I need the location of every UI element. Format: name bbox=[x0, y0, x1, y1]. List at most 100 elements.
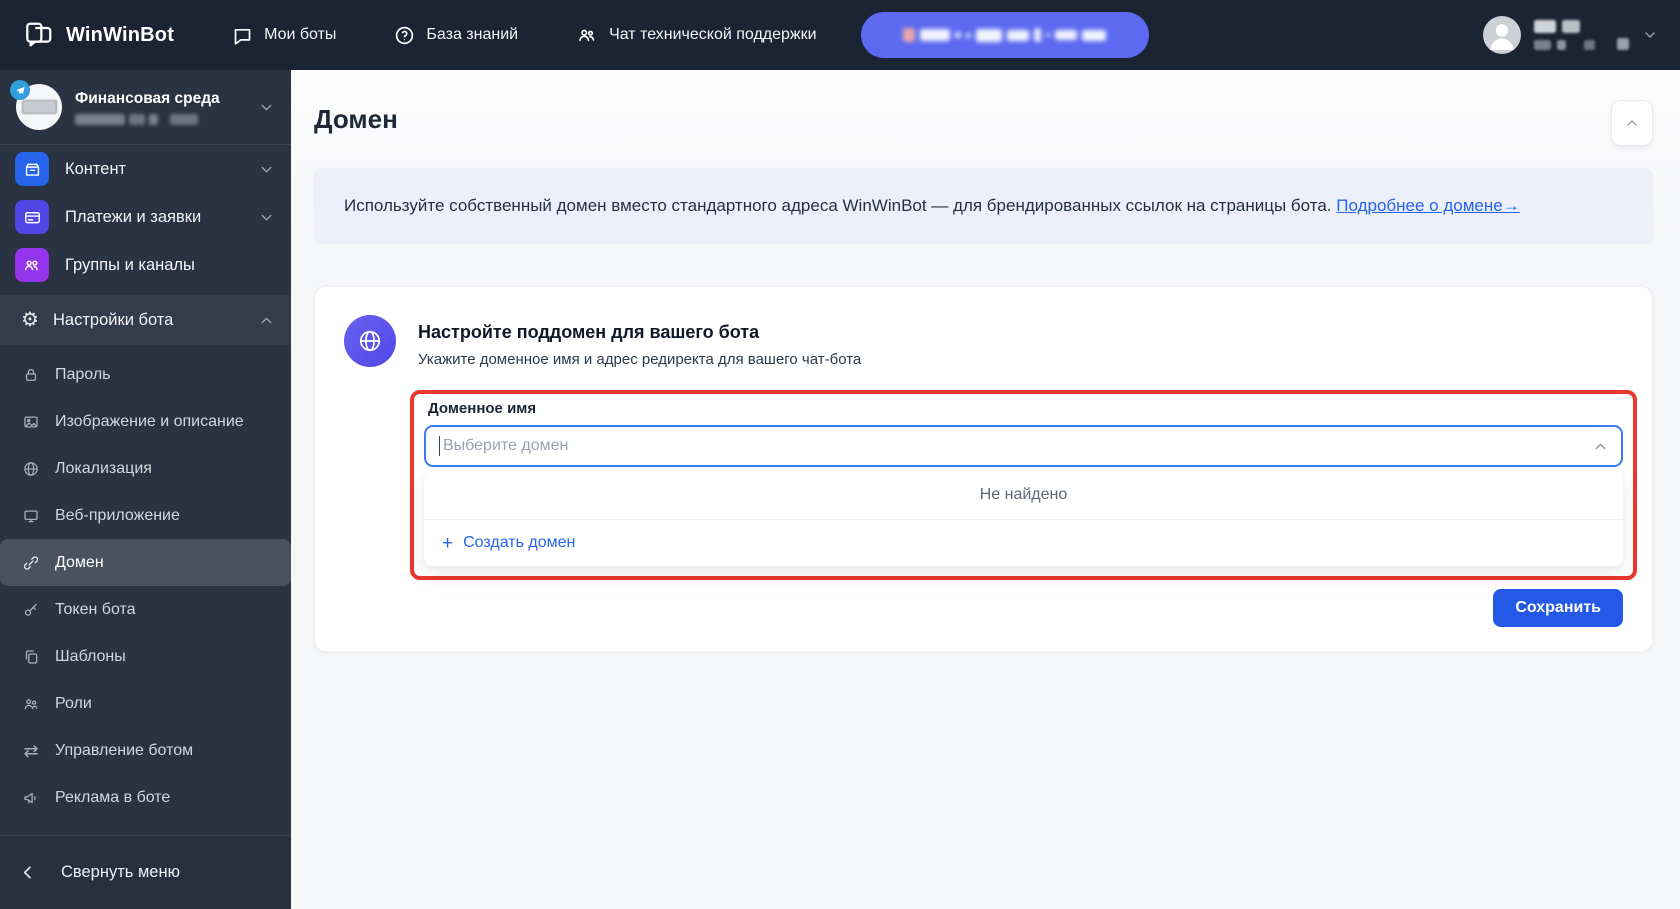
sidebar-item-password[interactable]: Пароль bbox=[0, 351, 291, 398]
sidebar-section-bot-settings[interactable]: ⚙ Настройки бота bbox=[0, 295, 291, 345]
topbar-nav-label: Чат технической поддержки bbox=[609, 26, 817, 43]
brand-name: WinWinBot bbox=[66, 23, 175, 46]
gear-icon: ⚙ bbox=[21, 309, 39, 331]
redacted-pill-text bbox=[903, 28, 1107, 42]
group-people-icon bbox=[15, 248, 49, 282]
text-caret bbox=[439, 436, 440, 457]
telegram-badge-icon bbox=[10, 80, 30, 100]
transfer-arrows-icon: ⇄ bbox=[23, 740, 39, 761]
chevron-up-icon bbox=[258, 312, 275, 329]
lock-icon bbox=[20, 366, 42, 384]
chevron-up-icon[interactable] bbox=[1592, 438, 1609, 455]
support-people-icon bbox=[576, 24, 598, 46]
globe-badge-icon bbox=[344, 315, 396, 368]
workspace-avatar bbox=[10, 80, 62, 130]
workspace-title: Финансовая среда bbox=[75, 89, 220, 107]
collapse-menu-label: Свернуть меню bbox=[61, 863, 180, 881]
content-box-icon bbox=[15, 152, 49, 186]
user-menu[interactable] bbox=[1483, 16, 1658, 54]
sidebar-item-payments[interactable]: Платежи и заявки bbox=[0, 193, 291, 241]
sidebar-item-label: Пароль bbox=[55, 365, 111, 383]
redacted-workspace-logo bbox=[21, 100, 57, 114]
chevron-down-icon bbox=[1642, 27, 1658, 43]
sidebar-section-label: Настройки бота bbox=[53, 310, 174, 329]
domain-select-input[interactable] bbox=[424, 425, 1623, 468]
image-icon bbox=[20, 413, 42, 431]
copy-icon bbox=[20, 648, 42, 666]
card-actions: Сохранить bbox=[344, 589, 1623, 628]
redacted-username bbox=[1534, 20, 1629, 50]
user-avatar bbox=[1483, 16, 1521, 54]
redacted-workspace-subtitle bbox=[75, 113, 220, 125]
sidebar-item-bot-management[interactable]: ⇄ Управление ботом bbox=[0, 727, 291, 774]
winwinbot-logo-icon bbox=[24, 20, 54, 50]
card-header: Настройте поддомен для вашего бота Укажи… bbox=[344, 315, 1623, 368]
sidebar-item-label: Платежи и заявки bbox=[65, 207, 202, 226]
topbar-nav-label: Мои боты bbox=[264, 26, 337, 43]
domain-dropdown: Не найдено + Создать домен bbox=[424, 471, 1623, 567]
sidebar-item-roles[interactable]: Роли bbox=[0, 680, 291, 727]
sidebar-item-webapp[interactable]: Веб-приложение bbox=[0, 492, 291, 539]
collapse-menu-button[interactable]: Свернуть меню bbox=[0, 835, 291, 909]
topbar-nav-support-chat[interactable]: Чат технической поддержки bbox=[576, 24, 817, 46]
info-banner-text: Используйте собственный домен вместо ста… bbox=[344, 196, 1332, 215]
question-circle-icon bbox=[394, 25, 415, 46]
domain-select-wrapper bbox=[424, 425, 1623, 468]
users-icon bbox=[20, 695, 42, 713]
sidebar-item-label: Контент bbox=[65, 159, 127, 178]
page-header: Домен bbox=[314, 100, 1653, 146]
annotation-highlight-box: Доменное имя Не найдено + Создать домен bbox=[410, 390, 1637, 581]
sidebar: Финансовая среда Контент Платежи и заявк… bbox=[0, 70, 291, 909]
domain-info-link[interactable]: Подробнее о домене→ bbox=[1336, 196, 1519, 215]
create-domain-label: Создать домен bbox=[463, 534, 576, 552]
promo-pill-button[interactable] bbox=[860, 12, 1149, 58]
bot-settings-submenu: Пароль Изображение и описание Локализаци… bbox=[0, 345, 291, 868]
create-domain-option[interactable]: + Создать домен bbox=[424, 519, 1623, 566]
main-content: Домен Используйте собственный домен вмес… bbox=[291, 70, 1680, 909]
collapse-panel-button[interactable] bbox=[1611, 100, 1653, 146]
card-title: Настройте поддомен для вашего бота bbox=[418, 322, 760, 343]
chevron-up-icon bbox=[1624, 115, 1640, 131]
chevron-left-icon bbox=[18, 863, 37, 882]
key-icon bbox=[20, 601, 42, 619]
monitor-icon bbox=[20, 507, 42, 525]
sidebar-item-label: Управление ботом bbox=[55, 741, 194, 759]
page-title: Домен bbox=[314, 104, 398, 134]
chevron-down-icon bbox=[258, 161, 275, 178]
sidebar-item-image-description[interactable]: Изображение и описание bbox=[0, 398, 291, 445]
card-subtitle: Укажите доменное имя и адрес редиректа д… bbox=[418, 351, 862, 369]
subdomain-card: Настройте поддомен для вашего бота Укажи… bbox=[314, 286, 1653, 653]
plus-icon: + bbox=[442, 532, 454, 554]
sidebar-item-label: Токен бота bbox=[55, 600, 136, 618]
sidebar-item-bot-token[interactable]: Токен бота bbox=[0, 586, 291, 633]
sidebar-item-label: Шаблоны bbox=[55, 647, 126, 665]
dropdown-empty-state: Не найдено bbox=[979, 486, 1068, 504]
save-button[interactable]: Сохранить bbox=[1493, 589, 1623, 628]
workspace-switcher[interactable]: Финансовая среда bbox=[0, 70, 291, 145]
sidebar-item-label: Локализация bbox=[55, 459, 152, 477]
sidebar-item-label: Домен bbox=[55, 553, 104, 571]
sidebar-item-templates[interactable]: Шаблоны bbox=[0, 633, 291, 680]
sidebar-item-domain[interactable]: Домен bbox=[0, 539, 291, 586]
sidebar-item-label: Группы и каналы bbox=[65, 255, 195, 274]
chevron-down-icon bbox=[258, 209, 275, 226]
sidebar-item-label: Изображение и описание bbox=[55, 412, 244, 430]
sidebar-item-localization[interactable]: Локализация bbox=[0, 445, 291, 492]
brand[interactable]: WinWinBot bbox=[24, 20, 174, 50]
sidebar-item-label: Роли bbox=[55, 694, 92, 712]
topbar-nav-knowledge-base[interactable]: База знаний bbox=[394, 25, 518, 46]
megaphone-icon bbox=[20, 789, 42, 807]
sidebar-item-bot-ads[interactable]: Реклама в боте bbox=[0, 774, 291, 821]
globe-icon bbox=[20, 460, 42, 478]
sidebar-item-content[interactable]: Контент bbox=[0, 145, 291, 193]
topbar-nav-my-bots[interactable]: Мои боты bbox=[232, 25, 336, 46]
sidebar-item-label: Веб-приложение bbox=[55, 506, 180, 524]
info-banner: Используйте собственный домен вместо ста… bbox=[314, 168, 1653, 245]
arrow-right-icon: → bbox=[1502, 196, 1520, 215]
chevron-down-icon bbox=[258, 99, 275, 116]
topbar: WinWinBot Мои боты База знаний Чат техни… bbox=[0, 0, 1680, 70]
link-icon bbox=[20, 554, 42, 572]
credit-card-icon bbox=[15, 200, 49, 234]
sidebar-item-groups[interactable]: Группы и каналы bbox=[0, 241, 291, 289]
domain-field-label: Доменное имя bbox=[428, 400, 537, 418]
